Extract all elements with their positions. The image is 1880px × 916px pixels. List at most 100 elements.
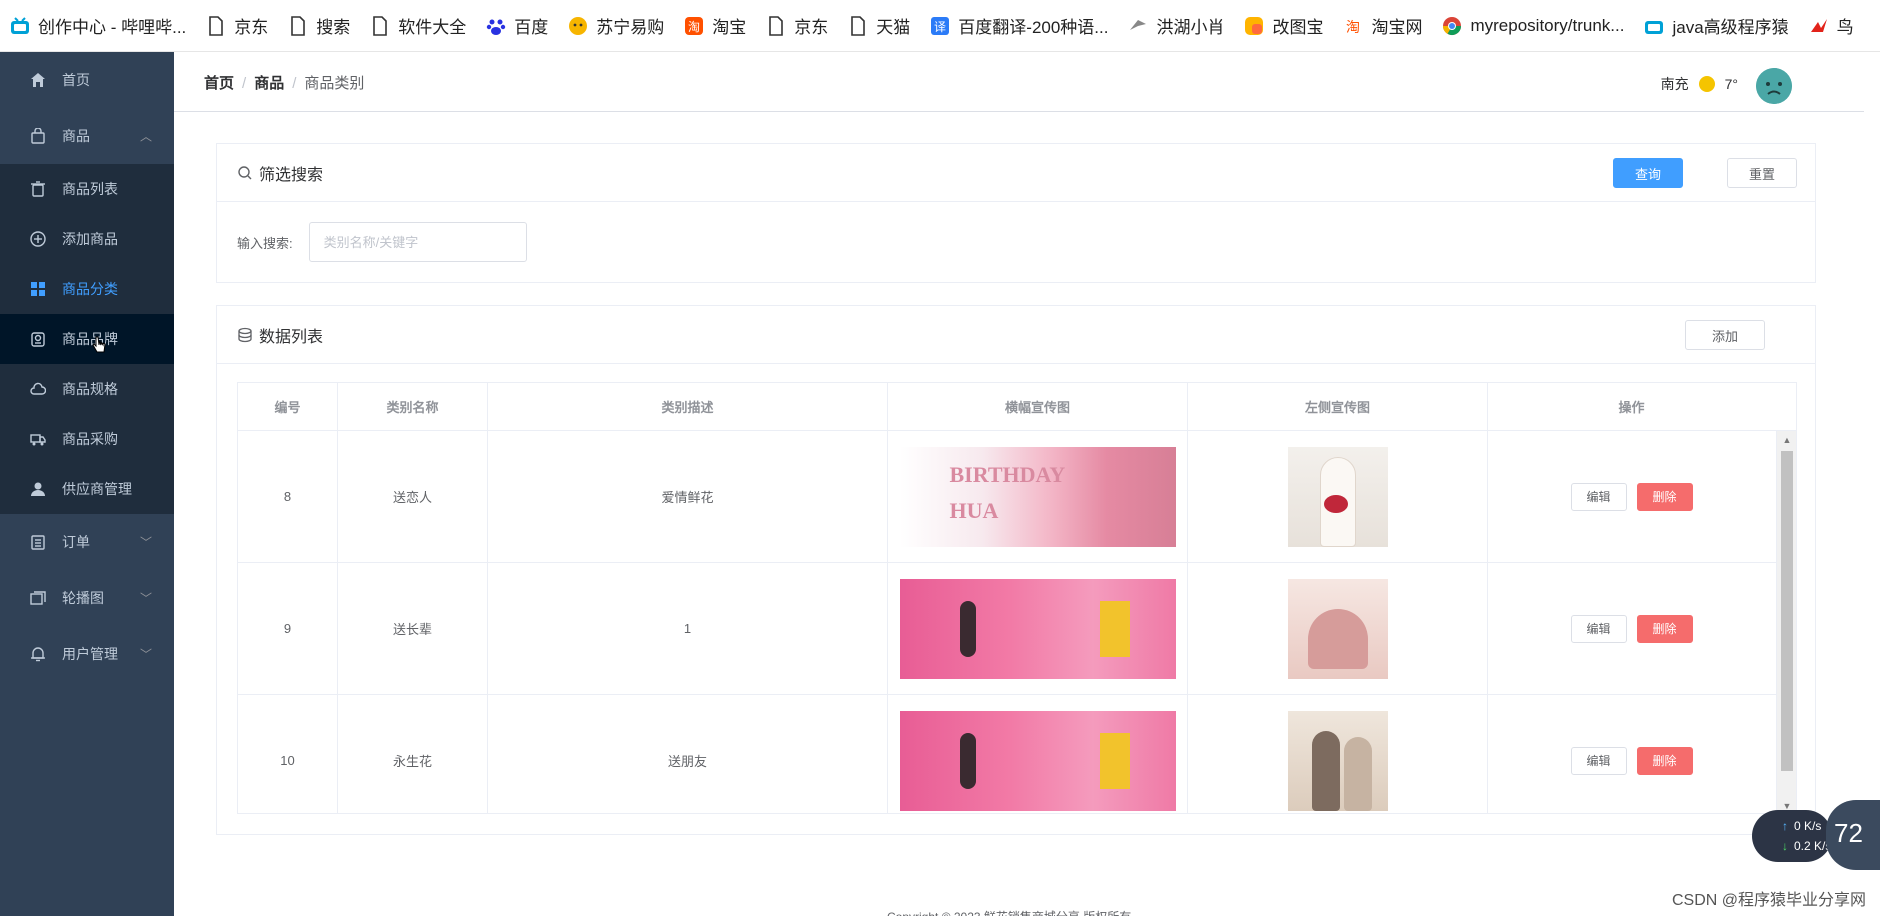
network-badge[interactable]: 72 bbox=[1826, 800, 1880, 870]
sidebar-item-label: 添加商品 bbox=[62, 231, 118, 247]
cell-id: 10 bbox=[238, 695, 338, 813]
bookmark-software[interactable]: 软件大全 bbox=[370, 13, 466, 38]
bookmark-taobao[interactable]: 淘淘宝 bbox=[684, 13, 746, 38]
chevron-down-icon: ﹀ bbox=[139, 647, 152, 662]
bookmark-java[interactable]: java高级程序猿 bbox=[1644, 13, 1789, 38]
bookmark-suning[interactable]: 苏宁易购 bbox=[568, 13, 664, 38]
weather-city: 南充 bbox=[1660, 76, 1689, 92]
upload-value: 0 bbox=[1794, 819, 1801, 833]
bookmark-baidu[interactable]: 百度 bbox=[486, 13, 548, 38]
sidebar: 首页 商品 ︿ 商品列表 添加商品 商品分类 商品品牌 商品规格 商品采购 供应… bbox=[0, 52, 174, 916]
sidebar-item-goods-list[interactable]: 商品列表 bbox=[0, 164, 174, 214]
column-header: 类别名称 bbox=[338, 383, 488, 430]
delete-button[interactable]: 删除 bbox=[1636, 614, 1693, 643]
page-icon bbox=[848, 15, 868, 36]
bookmark-gaitubao[interactable]: 改图宝 bbox=[1244, 13, 1323, 38]
sidebar-item-label: 供应商管理 bbox=[62, 481, 132, 497]
bell-icon bbox=[30, 646, 46, 662]
bookmark-repository[interactable]: myrepository/trunk... bbox=[1442, 16, 1624, 36]
bookmark-jd[interactable]: 京东 bbox=[206, 13, 268, 38]
add-button[interactable]: 添加 bbox=[1685, 320, 1765, 350]
sidebar-item-users[interactable]: 用户管理 ﹀ bbox=[0, 626, 174, 682]
cell-side-image bbox=[1188, 695, 1488, 813]
bookmark-label: 淘宝网 bbox=[1371, 18, 1423, 37]
bookmark-honghu[interactable]: 洪湖小肖 bbox=[1128, 13, 1224, 38]
upload-speed: ↑ 0 K/s bbox=[1782, 816, 1832, 836]
top-header: 首页 / 商品 / 商品类别 南充 7° bbox=[174, 52, 1864, 112]
edit-button[interactable]: 编辑 bbox=[1570, 614, 1627, 643]
bookmark-label: myrepository/trunk... bbox=[1470, 15, 1625, 35]
cell-banner: BIRTHDAY HUA bbox=[888, 431, 1188, 562]
breadcrumb-home[interactable]: 首页 bbox=[204, 75, 234, 92]
search-input-label: 输入搜索: bbox=[237, 235, 293, 251]
page-icon bbox=[370, 15, 390, 36]
scrollbar-thumb[interactable] bbox=[1781, 451, 1793, 771]
delete-button[interactable]: 删除 bbox=[1636, 482, 1693, 511]
bilibili-icon bbox=[10, 16, 30, 36]
bag-icon bbox=[30, 128, 46, 144]
bookmark-bird[interactable]: 鸟 bbox=[1809, 13, 1854, 38]
cell-banner bbox=[888, 695, 1188, 813]
bookmark-label: 淘宝 bbox=[712, 18, 747, 37]
sidebar-item-label: 商品品牌 bbox=[62, 331, 118, 347]
bookmark-bilibili[interactable]: 创作中心 - 哔哩哔... bbox=[10, 13, 186, 38]
sidebar-item-add-goods[interactable]: 添加商品 bbox=[0, 214, 174, 264]
sun-icon bbox=[1698, 76, 1715, 92]
bookmark-label: 百度翻译-200种语... bbox=[958, 18, 1109, 37]
reset-button[interactable]: 重置 bbox=[1727, 158, 1797, 188]
bird-icon bbox=[1128, 16, 1148, 36]
sidebar-item-goods[interactable]: 商品 ︿ bbox=[0, 108, 174, 164]
trash-list-icon bbox=[30, 181, 46, 197]
cell-actions: 编辑 删除 bbox=[1488, 695, 1775, 813]
sidebar-item-goods-spec[interactable]: 商品规格 bbox=[0, 364, 174, 414]
download-value: 0.2 bbox=[1794, 839, 1811, 853]
database-icon bbox=[237, 327, 253, 343]
svg-text:译: 译 bbox=[934, 20, 946, 34]
baidu-icon bbox=[486, 16, 506, 36]
avatar[interactable] bbox=[1756, 68, 1792, 104]
sidebar-item-home[interactable]: 首页 bbox=[0, 52, 174, 108]
bookmark-jd-2[interactable]: 京东 bbox=[766, 13, 828, 38]
banner-image bbox=[899, 578, 1176, 679]
edit-button[interactable]: 编辑 bbox=[1570, 482, 1627, 511]
banner-image: BIRTHDAY HUA bbox=[899, 446, 1176, 547]
sidebar-item-goods-brand[interactable]: 商品品牌 bbox=[0, 314, 174, 364]
cell-side-image bbox=[1188, 563, 1488, 694]
delete-button[interactable]: 删除 bbox=[1636, 746, 1693, 775]
bookmark-translate[interactable]: 译百度翻译-200种语... bbox=[930, 13, 1108, 38]
banner-shape bbox=[959, 732, 976, 789]
sidebar-item-label: 轮播图 bbox=[62, 590, 104, 606]
sidebar-item-carousel[interactable]: 轮播图 ﹀ bbox=[0, 570, 174, 626]
filter-row: 输入搜索: bbox=[237, 222, 527, 262]
breadcrumb-goods[interactable]: 商品 bbox=[254, 75, 284, 92]
bookmark-taobao-net[interactable]: 淘淘宝网 bbox=[1343, 13, 1422, 38]
banner-text-line: HUA bbox=[949, 497, 999, 523]
scroll-up-icon[interactable]: ▲ bbox=[1777, 435, 1796, 445]
sidebar-item-label: 商品列表 bbox=[62, 181, 118, 197]
table-header: 编号 类别名称 类别描述 横幅宣传图 左侧宣传图 操作 bbox=[238, 383, 1796, 431]
sidebar-item-supplier[interactable]: 供应商管理 bbox=[0, 464, 174, 514]
bookmark-label: java高级程序猿 bbox=[1672, 18, 1789, 37]
query-button[interactable]: 查询 bbox=[1613, 158, 1683, 188]
search-input[interactable] bbox=[308, 222, 527, 262]
chevron-down-icon: ﹀ bbox=[139, 591, 152, 606]
plus-circle-icon bbox=[30, 231, 46, 247]
sidebar-item-orders[interactable]: 订单 ﹀ bbox=[0, 514, 174, 570]
table-scrollbar[interactable]: ▲ ▼ bbox=[1776, 431, 1796, 813]
sidebar-item-label: 商品 bbox=[62, 128, 90, 144]
bookmark-tmall[interactable]: 天猫 bbox=[848, 13, 910, 38]
sidebar-item-goods-purchase[interactable]: 商品采购 bbox=[0, 414, 174, 464]
gaitubao-icon bbox=[1244, 16, 1264, 36]
bookmark-search[interactable]: 搜索 bbox=[288, 13, 350, 38]
bookmark-label: 天猫 bbox=[876, 18, 911, 37]
edit-button[interactable]: 编辑 bbox=[1570, 746, 1627, 775]
badge-icon bbox=[30, 331, 46, 347]
side-image bbox=[1287, 710, 1388, 811]
weather-temp: 7° bbox=[1724, 76, 1738, 92]
data-list-card: 数据列表 添加 编号 类别名称 类别描述 横幅宣传图 左侧宣传图 操作 8 送恋… bbox=[216, 305, 1816, 835]
goods-submenu: 商品列表 添加商品 商品分类 商品品牌 商品规格 商品采购 供应商管理 bbox=[0, 164, 174, 514]
sidebar-item-goods-category[interactable]: 商品分类 bbox=[0, 264, 174, 314]
chevron-down-icon: ﹀ bbox=[139, 535, 152, 550]
cell-name: 永生花 bbox=[338, 695, 488, 813]
banner-shape bbox=[959, 600, 976, 657]
